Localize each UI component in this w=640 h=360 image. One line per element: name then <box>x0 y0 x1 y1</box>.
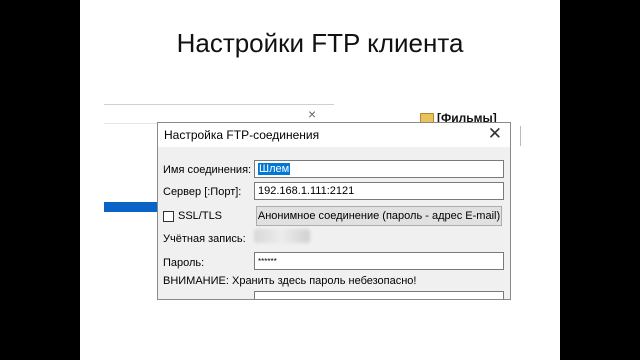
account-label: Учётная запись: <box>163 233 246 245</box>
password-input[interactable]: ****** <box>254 252 504 270</box>
next-field[interactable] <box>254 291 504 299</box>
connection-name-label: Имя соединения: <box>163 164 252 176</box>
password-label: Пароль: <box>163 257 205 269</box>
ssl-checkbox[interactable] <box>163 211 174 222</box>
connection-name-value: Шлем <box>258 163 291 175</box>
password-warning: ВНИМАНИЕ: Хранить здесь пароль небезопас… <box>163 275 417 287</box>
server-input[interactable]: 192.168.1.111:2121 <box>254 182 504 200</box>
dialog-title: Настройка FTP-соединения <box>164 128 320 142</box>
anonymous-connection-button[interactable]: Анонимное соединение (пароль - адрес E-m… <box>256 206 502 226</box>
background-close-icon[interactable]: × <box>308 106 316 122</box>
dialog-titlebar[interactable]: Настройка FTP-соединения ✕ <box>158 123 510 147</box>
connection-name-input[interactable]: Шлем <box>254 160 504 178</box>
ftp-connection-dialog: Настройка FTP-соединения ✕ Имя соединени… <box>157 122 511 300</box>
slide-title: Настройки FTP клиента <box>176 28 464 58</box>
panel-divider <box>520 126 521 146</box>
presentation-slide: Настройки FTP клиента × [Фильмы] Настрой… <box>80 0 560 360</box>
server-label: Сервер [:Порт]: <box>163 186 242 198</box>
ssl-label: SSL/TLS <box>178 210 223 222</box>
close-icon[interactable]: ✕ <box>488 125 502 143</box>
account-input-redacted[interactable] <box>254 229 310 243</box>
